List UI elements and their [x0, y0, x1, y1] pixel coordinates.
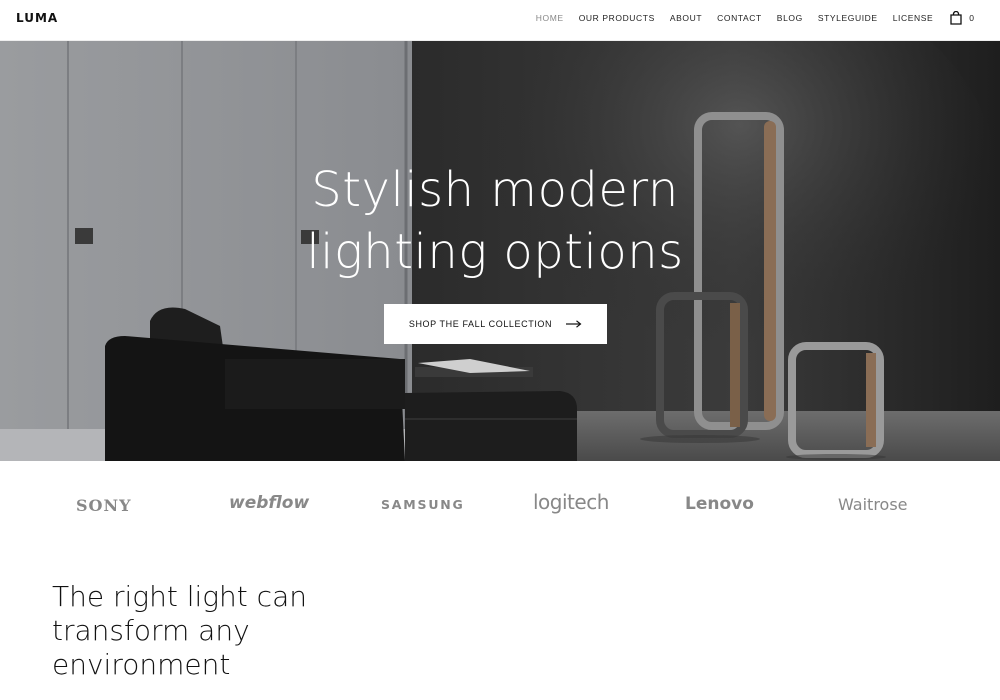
site-logo[interactable]: LUMA — [16, 11, 58, 25]
nav-item-our-products[interactable]: OUR PRODUCTS — [579, 13, 655, 23]
nav-item-home[interactable]: HOME — [536, 13, 564, 23]
intro-line-1: The right light can — [52, 580, 307, 613]
cart-count: 0 — [969, 12, 974, 23]
intro-heading: The right light can transform any enviro… — [52, 580, 452, 682]
sony-logo: SONY — [76, 496, 132, 515]
webflow-logo: webflow — [229, 493, 310, 513]
nav-item-license[interactable]: LICENSE — [893, 13, 934, 23]
intro-line-2: transform any — [52, 614, 250, 647]
waitrose-logo: Waitrose — [838, 495, 908, 514]
intro-line-3: environment — [52, 648, 231, 681]
arrow-right-icon — [566, 320, 582, 328]
samsung-logo: SAMSUNG — [381, 497, 465, 512]
top-nav: LUMA HOME OUR PRODUCTS ABOUT CONTACT BLO… — [0, 0, 1000, 41]
main-menu: HOME OUR PRODUCTS ABOUT CONTACT BLOG STY… — [521, 0, 974, 35]
nav-item-contact[interactable]: CONTACT — [717, 13, 762, 23]
nav-item-blog[interactable]: BLOG — [777, 13, 803, 23]
shopping-bag-icon — [950, 10, 962, 25]
hero-title-line-1: Stylish modern — [311, 162, 679, 218]
logitech-logo: logitech — [533, 490, 609, 514]
lenovo-logo: Lenovo — [685, 494, 754, 514]
nav-item-styleguide[interactable]: STYLEGUIDE — [818, 13, 878, 23]
client-logos: SONY webflow SAMSUNG logitech Lenovo Wai… — [0, 461, 1000, 551]
hero-banner: Stylish modern lighting options SHOP THE… — [0, 41, 1000, 461]
cta-label: SHOP THE FALL COLLECTION — [408, 319, 553, 329]
hero-title: Stylish modern lighting options — [0, 159, 990, 283]
shop-fall-collection-button[interactable]: SHOP THE FALL COLLECTION — [384, 304, 607, 344]
nav-item-about[interactable]: ABOUT — [670, 13, 702, 23]
hero-title-line-2: lighting options — [306, 224, 684, 280]
cart-button[interactable]: 0 — [950, 10, 974, 25]
